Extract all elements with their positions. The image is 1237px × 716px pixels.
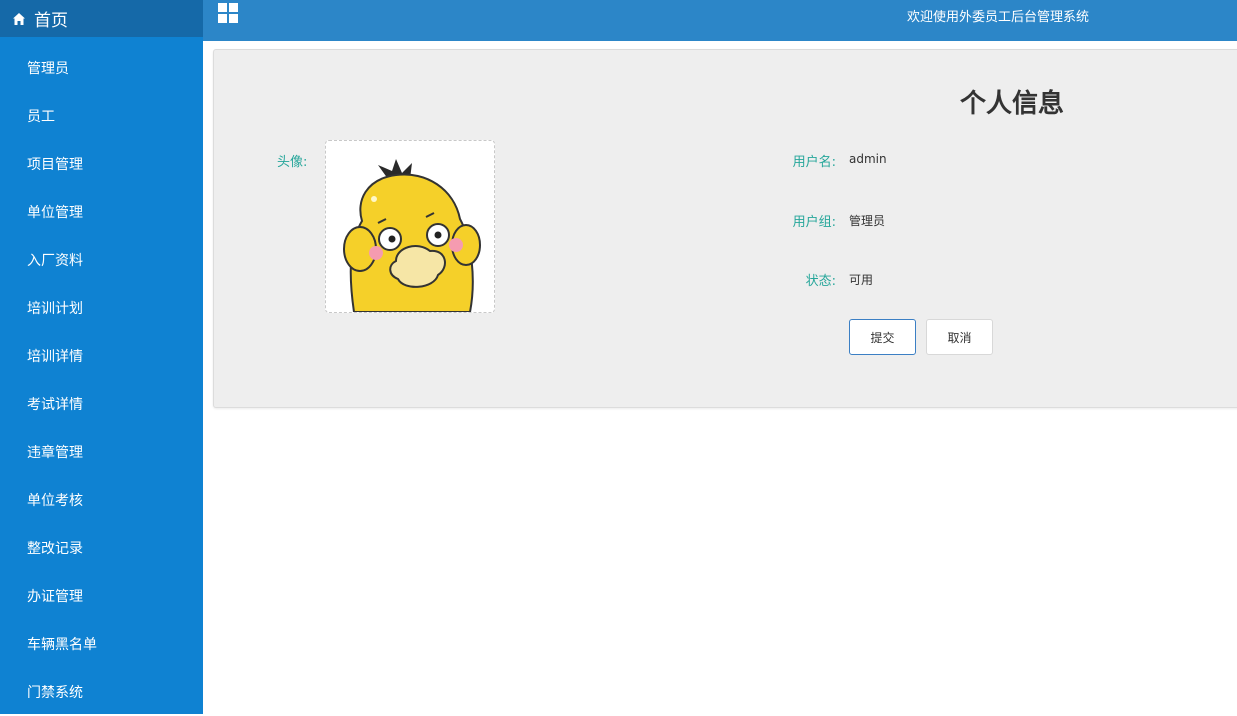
sidebar-item-unit-assessment[interactable]: 单位考核 — [0, 476, 203, 524]
status-label: 状态: — [805, 274, 836, 289]
sidebar-item-label: 培训详情 — [27, 349, 83, 365]
usergroup-label: 用户组: — [792, 215, 836, 230]
sidebar-item-label: 门禁系统 — [27, 685, 83, 701]
sidebar-item-label: 办证管理 — [27, 589, 83, 605]
sidebar-item-label: 员工 — [27, 109, 55, 125]
sidebar-item-permits[interactable]: 办证管理 — [0, 572, 203, 620]
avatar-label: 头像: — [277, 155, 308, 170]
page-title: 个人信息 — [960, 89, 1065, 119]
sidebar-item-label: 整改记录 — [27, 541, 83, 557]
sidebar-item-rectification[interactable]: 整改记录 — [0, 524, 203, 572]
status-value: 可用 — [849, 273, 874, 287]
username-label: 用户名: — [792, 155, 836, 170]
home-icon — [13, 12, 25, 25]
sidebar-item-label: 培训计划 — [27, 301, 83, 317]
sidebar-item-violations[interactable]: 违章管理 — [0, 428, 203, 476]
sidebar-item-training-plan[interactable]: 培训计划 — [0, 284, 203, 332]
submit-button-label: 提交 — [870, 330, 895, 345]
duck-avatar-icon — [343, 159, 481, 312]
sidebar-item-label: 违章管理 — [27, 445, 83, 461]
top-bar: 欢迎使用外委员工后台管理系统 — [203, 0, 1237, 41]
sidebar-item-vehicle-blacklist[interactable]: 车辆黑名单 — [0, 620, 203, 668]
sidebar-item-staff[interactable]: 员工 — [0, 92, 203, 140]
sidebar-item-access-control[interactable]: 门禁系统 — [0, 668, 203, 716]
sidebar-item-label: 入厂资料 — [27, 253, 83, 269]
sidebar-item-home[interactable]: 首页 — [0, 0, 203, 37]
submit-button[interactable]: 提交 — [849, 319, 916, 355]
sidebar-item-label: 考试详情 — [27, 397, 83, 413]
avatar[interactable] — [325, 140, 495, 313]
sidebar-menu: 管理员 员工 项目管理 单位管理 入厂资料 培训计划 培训详情 考试详情 违章管… — [0, 37, 203, 716]
username-value: admin — [849, 152, 887, 166]
sidebar-item-training-details[interactable]: 培训详情 — [0, 332, 203, 380]
sidebar-home-label: 首页 — [34, 11, 68, 31]
sidebar-item-label: 车辆黑名单 — [27, 637, 97, 653]
sidebar-item-label: 项目管理 — [27, 157, 83, 173]
usergroup-value: 管理员 — [849, 214, 886, 228]
cancel-button[interactable]: 取消 — [926, 319, 993, 355]
sidebar-item-units[interactable]: 单位管理 — [0, 188, 203, 236]
welcome-text: 欢迎使用外委员工后台管理系统 — [907, 10, 1090, 25]
grid-icon[interactable] — [218, 3, 238, 23]
sidebar-item-label: 管理员 — [27, 61, 69, 77]
sidebar-item-admin[interactable]: 管理员 — [0, 44, 203, 92]
cancel-button-label: 取消 — [947, 330, 972, 345]
sidebar-item-label: 单位考核 — [27, 493, 83, 509]
profile-panel: 个人信息 头像: 用户名: admin 用户组: 管理员 状态: 可用 提交 取… — [213, 49, 1237, 408]
sidebar-item-projects[interactable]: 项目管理 — [0, 140, 203, 188]
sidebar-item-label: 单位管理 — [27, 205, 83, 221]
sidebar-item-exam-details[interactable]: 考试详情 — [0, 380, 203, 428]
sidebar-item-entry-docs[interactable]: 入厂资料 — [0, 236, 203, 284]
sidebar: 首页 管理员 员工 项目管理 单位管理 入厂资料 培训计划 培训详情 考试详情 … — [0, 0, 203, 714]
